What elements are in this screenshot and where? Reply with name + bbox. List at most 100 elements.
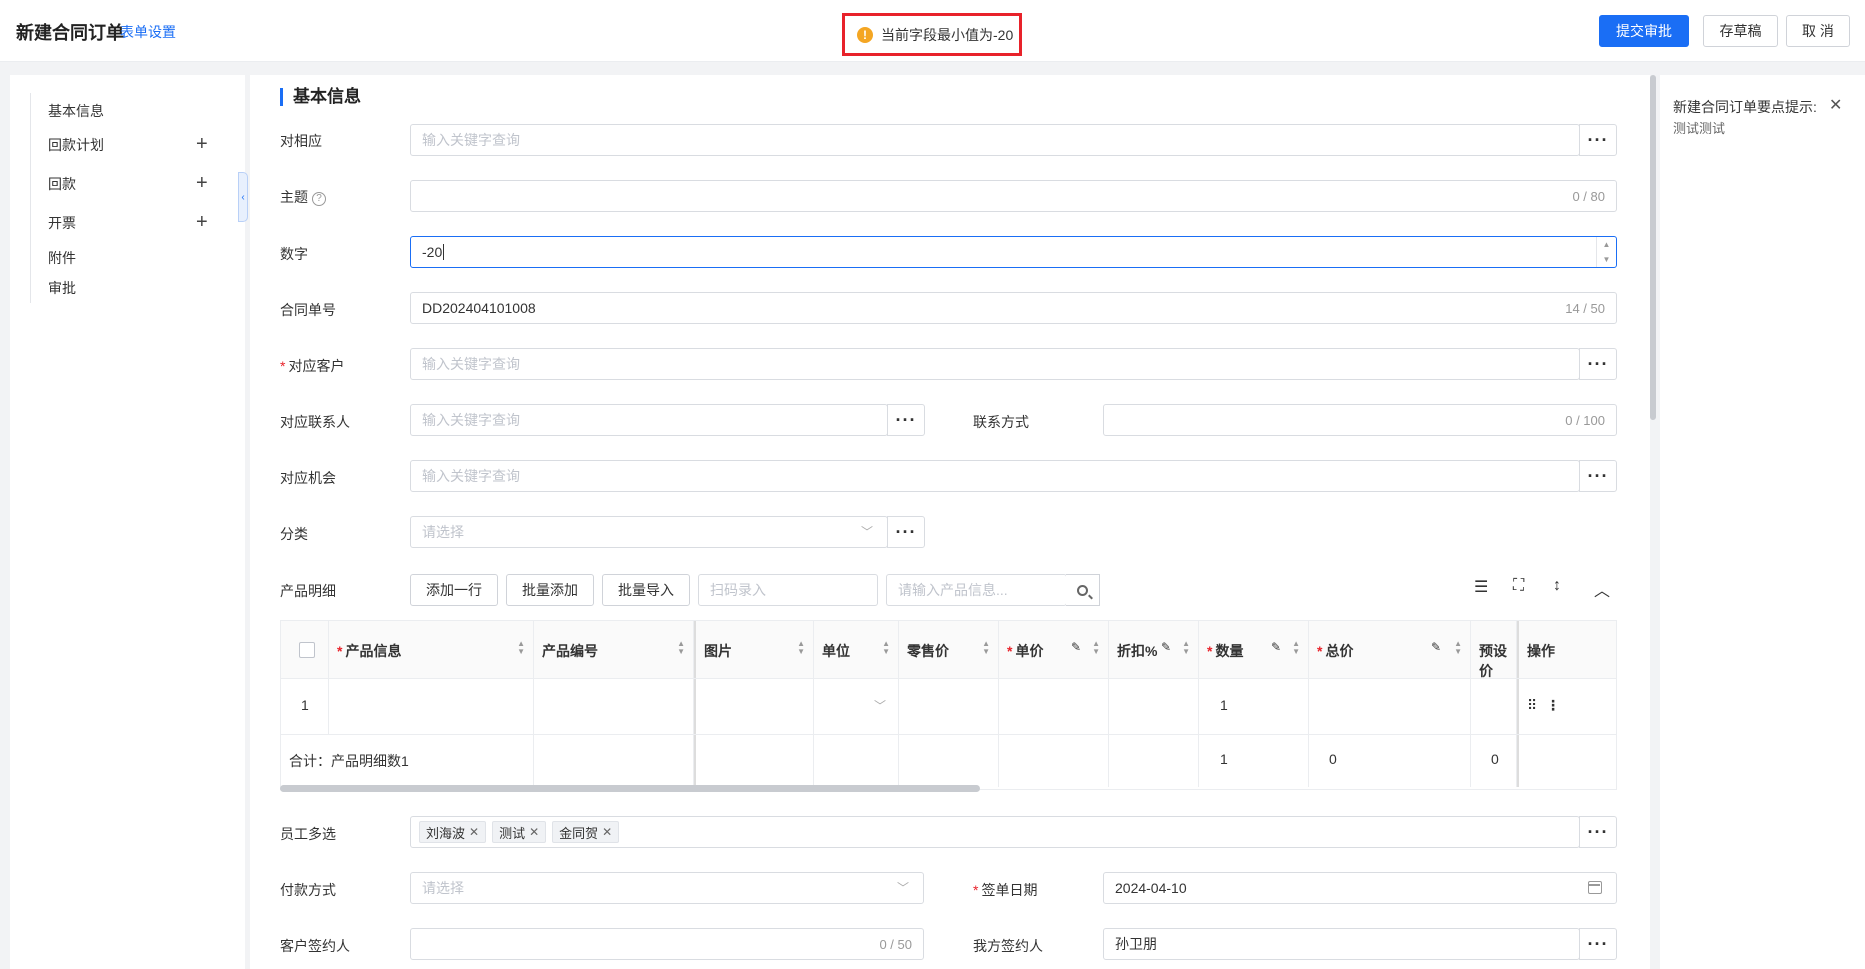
col-image[interactable]: 图片 ▲ ▼ xyxy=(694,621,814,678)
cancel-button[interactable]: 取 消 xyxy=(1786,15,1850,47)
product-search-input[interactable]: 请输入产品信息... xyxy=(886,574,1067,606)
nav-item-payment-plan[interactable]: 回款计划 xyxy=(48,135,104,155)
sort-vertical-icon[interactable]: ↕ xyxy=(1553,577,1561,595)
batch-import-button[interactable]: 批量导入 xyxy=(602,574,690,606)
edit-icon[interactable]: ✎ xyxy=(1431,640,1441,654)
row-height-icon[interactable]: ☰ xyxy=(1474,577,1488,597)
summary-preset: 0 xyxy=(1491,751,1499,767)
close-icon[interactable]: ✕ xyxy=(1829,95,1842,115)
customer-signer-input[interactable]: 0 / 50 xyxy=(410,928,924,960)
sort-icon[interactable]: ▲ ▼ xyxy=(1182,640,1190,656)
sort-icon[interactable]: ▲ ▼ xyxy=(1454,640,1462,656)
table-row: 1 ﹀ 1 ⠿ ⋮ xyxy=(281,679,1616,735)
opportunity-input[interactable]: 输入关键字查询 xyxy=(410,460,1580,492)
col-unit-price[interactable]: * 单价 ✎ ▲ ▼ xyxy=(999,621,1109,678)
more-vertical-icon[interactable]: ⋮ xyxy=(1546,697,1560,714)
search-button[interactable] xyxy=(1066,574,1100,606)
employees-multiselect[interactable]: 刘海波 ✕ 测试 ✕ 金同贺 ✕ xyxy=(410,816,1580,848)
sort-icon[interactable]: ▲ ▼ xyxy=(677,640,685,656)
col-product-code[interactable]: 产品编号 ▲ ▼ xyxy=(534,621,694,678)
chevron-left-icon[interactable]: ‹ xyxy=(238,172,248,222)
sort-icon[interactable]: ▲ ▼ xyxy=(1092,640,1100,656)
cell-quantity[interactable]: 1 xyxy=(1199,679,1309,734)
cell-total[interactable] xyxy=(1309,679,1471,734)
contact-input[interactable]: 输入关键字查询 xyxy=(410,404,888,436)
fullscreen-icon[interactable]: ⛶ xyxy=(1513,577,1524,595)
cell-preset-price[interactable] xyxy=(1471,679,1517,734)
sort-icon[interactable]: ▲ ▼ xyxy=(982,640,990,656)
cell-unit[interactable]: ﹀ xyxy=(814,679,899,734)
cell-product-code[interactable] xyxy=(534,679,694,734)
duixiangying-more-button[interactable]: ··· xyxy=(1579,124,1617,156)
close-icon[interactable]: ✕ xyxy=(602,825,612,839)
nav-item-attachment[interactable]: 附件 xyxy=(48,248,76,268)
table-horizontal-scrollbar[interactable] xyxy=(280,785,980,792)
add-invoice-icon[interactable]: + xyxy=(196,212,208,232)
edit-icon[interactable]: ✎ xyxy=(1071,640,1081,654)
close-icon[interactable]: ✕ xyxy=(529,825,539,839)
sort-icon[interactable]: ▲ ▼ xyxy=(517,640,525,656)
nav-item-invoice[interactable]: 开票 xyxy=(48,213,76,233)
sort-icon[interactable]: ▲ ▼ xyxy=(797,640,805,656)
form-settings-link[interactable]: 表单设置 xyxy=(120,22,176,42)
nav-item-basic-info[interactable]: 基本信息 xyxy=(48,101,104,121)
contract-no-input[interactable]: DD202404101008 14 / 50 xyxy=(410,292,1617,324)
cell-product-info[interactable] xyxy=(329,679,534,734)
number-input[interactable]: -20 ▲ ▼ xyxy=(410,236,1617,268)
batch-add-button[interactable]: 批量添加 xyxy=(506,574,594,606)
cell-discount[interactable] xyxy=(1109,679,1199,734)
our-signer-input[interactable]: 孙卫朋 xyxy=(1103,928,1580,960)
sign-date-picker[interactable]: 2024-04-10 xyxy=(1103,872,1617,904)
subject-char-count: 0 / 80 xyxy=(1572,189,1605,204)
drag-handle-icon[interactable]: ⠿ xyxy=(1527,697,1537,714)
duixiangying-input[interactable]: 输入关键字查询 xyxy=(410,124,1580,156)
our-signer-more-button[interactable]: ··· xyxy=(1579,928,1617,960)
col-product-info[interactable]: * 产品信息 ▲ ▼ xyxy=(329,621,534,678)
col-discount[interactable]: 折扣% ✎ ▲ ▼ xyxy=(1109,621,1199,678)
chevron-up-icon[interactable]: ▲ xyxy=(1603,240,1611,249)
col-preset-price[interactable]: 预设价 xyxy=(1471,621,1517,679)
col-total[interactable]: * 总价 ✎ ▲ ▼ xyxy=(1309,621,1471,678)
chevron-down-icon[interactable]: ▼ xyxy=(1603,255,1611,264)
contact-method-input[interactable]: 0 / 100 xyxy=(1103,404,1617,436)
add-payment-plan-icon[interactable]: + xyxy=(196,134,208,154)
customer-input[interactable]: 输入关键字查询 xyxy=(410,348,1580,380)
close-icon[interactable]: ✕ xyxy=(469,825,479,839)
subject-input[interactable]: 0 / 80 xyxy=(410,180,1617,212)
calendar-icon[interactable] xyxy=(1588,881,1602,894)
sort-icon[interactable]: ▲ ▼ xyxy=(882,640,890,656)
chevron-up-icon[interactable]: ︿ xyxy=(1594,577,1610,601)
customer-more-button[interactable]: ··· xyxy=(1579,348,1617,380)
select-all-checkbox[interactable] xyxy=(299,642,315,658)
category-select[interactable]: 请选择 ﹀ xyxy=(410,516,888,548)
col-unit[interactable]: 单位 ▲ ▼ xyxy=(814,621,899,678)
cell-retail-price[interactable] xyxy=(899,679,999,734)
contact-more-button[interactable]: ··· xyxy=(887,404,925,436)
employees-more-button[interactable]: ··· xyxy=(1579,816,1617,848)
help-icon[interactable]: ? xyxy=(312,192,326,206)
form-vertical-scrollbar[interactable] xyxy=(1650,75,1656,420)
category-more-button[interactable]: ··· xyxy=(887,516,925,548)
col-quantity[interactable]: * 数量 ✎ ▲ ▼ xyxy=(1199,621,1309,678)
scan-input[interactable]: 扫码录入 xyxy=(698,574,878,606)
nav-item-payment[interactable]: 回款 xyxy=(48,174,76,194)
add-payment-icon[interactable]: + xyxy=(196,173,208,193)
submit-approval-button[interactable]: 提交审批 xyxy=(1599,15,1689,47)
customer-signer-char-count: 0 / 50 xyxy=(879,937,912,952)
col-retail-price[interactable]: 零售价 ▲ ▼ xyxy=(899,621,999,678)
sort-icon[interactable]: ▲ ▼ xyxy=(1292,640,1300,656)
employee-tag: 测试 ✕ xyxy=(492,821,547,843)
row-index: 1 xyxy=(301,697,309,713)
cell-unit-price[interactable] xyxy=(999,679,1109,734)
save-draft-button[interactable]: 存草稿 xyxy=(1703,15,1778,47)
number-stepper[interactable]: ▲ ▼ xyxy=(1596,237,1616,267)
field-label-customer-signer: 客户签约人 xyxy=(280,938,350,954)
nav-item-approval[interactable]: 审批 xyxy=(48,278,76,298)
payment-select[interactable]: 请选择 ﹀ xyxy=(410,872,924,904)
cell-image[interactable] xyxy=(694,679,814,734)
chevron-down-icon[interactable]: ﹀ xyxy=(874,697,886,714)
add-row-button[interactable]: 添加一行 xyxy=(410,574,498,606)
edit-icon[interactable]: ✎ xyxy=(1161,640,1171,654)
opportunity-more-button[interactable]: ··· xyxy=(1579,460,1617,492)
edit-icon[interactable]: ✎ xyxy=(1271,640,1281,654)
